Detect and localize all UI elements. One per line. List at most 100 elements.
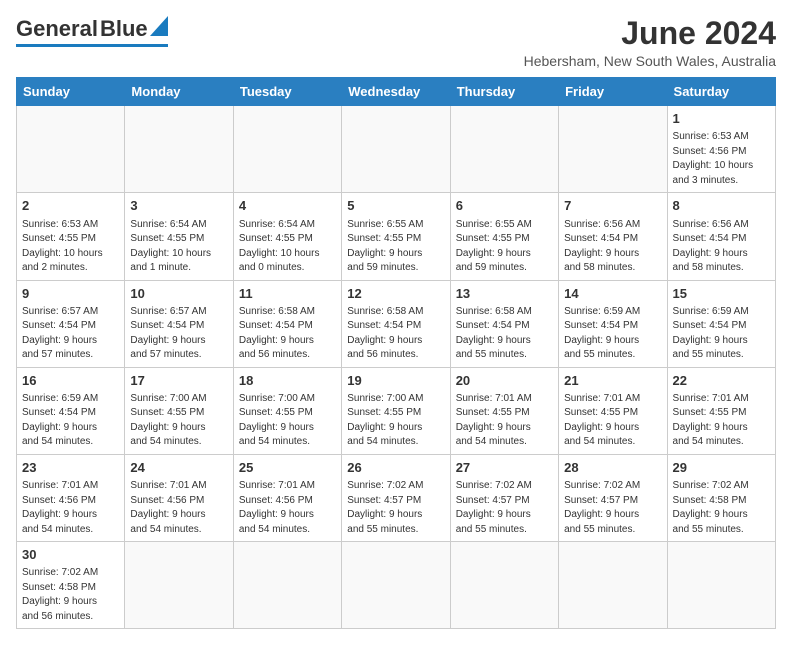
day-info: Sunrise: 7:02 AM Sunset: 4:57 PM Dayligh… xyxy=(564,479,661,537)
day-info: Sunrise: 7:02 AM Sunset: 4:58 PM Dayligh… xyxy=(22,566,119,624)
calendar-cell xyxy=(17,106,125,193)
calendar-week-row: 16 Sunrise: 6:59 AM Sunset: 4:54 PM Dayli… xyxy=(17,367,776,454)
calendar-cell: 15 Sunrise: 6:59 AM Sunset: 4:54 PM Dayli… xyxy=(667,280,775,367)
day-info: Sunrise: 6:58 AM Sunset: 4:54 PM Dayligh… xyxy=(239,305,336,363)
day-number: 22 xyxy=(673,372,770,390)
weekday-header-sunday: Sunday xyxy=(17,78,125,106)
logo: General Blue xyxy=(16,16,168,47)
calendar-cell: 12 Sunrise: 6:58 AM Sunset: 4:54 PM Dayli… xyxy=(342,280,450,367)
calendar-cell: 1 Sunrise: 6:53 AM Sunset: 4:56 PM Daylig… xyxy=(667,106,775,193)
weekday-header-tuesday: Tuesday xyxy=(233,78,341,106)
day-number: 15 xyxy=(673,285,770,303)
day-number: 6 xyxy=(456,197,553,215)
day-info: Sunrise: 6:54 AM Sunset: 4:55 PM Dayligh… xyxy=(239,218,336,276)
day-number: 30 xyxy=(22,546,119,564)
day-number: 20 xyxy=(456,372,553,390)
calendar-cell xyxy=(450,106,558,193)
day-number: 28 xyxy=(564,459,661,477)
weekday-header-thursday: Thursday xyxy=(450,78,558,106)
calendar-cell xyxy=(342,106,450,193)
day-info: Sunrise: 7:02 AM Sunset: 4:58 PM Dayligh… xyxy=(673,479,770,537)
day-info: Sunrise: 7:01 AM Sunset: 4:56 PM Dayligh… xyxy=(130,479,227,537)
calendar-week-row: 30 Sunrise: 7:02 AM Sunset: 4:58 PM Dayli… xyxy=(17,542,776,629)
day-number: 29 xyxy=(673,459,770,477)
calendar-cell xyxy=(667,542,775,629)
logo-triangle-icon xyxy=(150,16,168,41)
calendar-cell: 5 Sunrise: 6:55 AM Sunset: 4:55 PM Daylig… xyxy=(342,193,450,280)
calendar-cell: 30 Sunrise: 7:02 AM Sunset: 4:58 PM Dayli… xyxy=(17,542,125,629)
day-number: 16 xyxy=(22,372,119,390)
calendar-cell: 19Sunrise: 7:00 AM Sunset: 4:55 PM Dayli… xyxy=(342,367,450,454)
calendar-cell: 10Sunrise: 6:57 AM Sunset: 4:54 PM Dayli… xyxy=(125,280,233,367)
calendar-cell: 11 Sunrise: 6:58 AM Sunset: 4:54 PM Dayli… xyxy=(233,280,341,367)
calendar-cell xyxy=(125,106,233,193)
calendar-cell: 24 Sunrise: 7:01 AM Sunset: 4:56 PM Dayli… xyxy=(125,454,233,541)
calendar-cell xyxy=(559,542,667,629)
weekday-header-monday: Monday xyxy=(125,78,233,106)
day-info: Sunrise: 6:59 AM Sunset: 4:54 PM Dayligh… xyxy=(564,305,661,363)
calendar-cell: 23Sunrise: 7:01 AM Sunset: 4:56 PM Dayli… xyxy=(17,454,125,541)
day-number: 4 xyxy=(239,197,336,215)
day-info: Sunrise: 7:01 AM Sunset: 4:55 PM Dayligh… xyxy=(456,392,553,450)
calendar-week-row: 23Sunrise: 7:01 AM Sunset: 4:56 PM Dayli… xyxy=(17,454,776,541)
calendar-cell: 28 Sunrise: 7:02 AM Sunset: 4:57 PM Dayli… xyxy=(559,454,667,541)
calendar-table: SundayMondayTuesdayWednesdayThursdayFrid… xyxy=(16,77,776,629)
day-number: 17 xyxy=(130,372,227,390)
day-info: Sunrise: 7:01 AM Sunset: 4:55 PM Dayligh… xyxy=(564,392,661,450)
calendar-cell: 16 Sunrise: 6:59 AM Sunset: 4:54 PM Dayli… xyxy=(17,367,125,454)
day-number: 26 xyxy=(347,459,444,477)
calendar-cell: 13Sunrise: 6:58 AM Sunset: 4:54 PM Dayli… xyxy=(450,280,558,367)
day-info: Sunrise: 6:58 AM Sunset: 4:54 PM Dayligh… xyxy=(347,305,444,363)
calendar-cell: 27 Sunrise: 7:02 AM Sunset: 4:57 PM Dayli… xyxy=(450,454,558,541)
calendar-cell xyxy=(125,542,233,629)
day-info: Sunrise: 6:53 AM Sunset: 4:55 PM Dayligh… xyxy=(22,218,119,276)
calendar-week-row: 9Sunrise: 6:57 AM Sunset: 4:54 PM Daylig… xyxy=(17,280,776,367)
day-number: 21 xyxy=(564,372,661,390)
calendar-cell: 25 Sunrise: 7:01 AM Sunset: 4:56 PM Dayli… xyxy=(233,454,341,541)
calendar-cell: 14 Sunrise: 6:59 AM Sunset: 4:54 PM Dayli… xyxy=(559,280,667,367)
logo-general-text: General xyxy=(16,18,98,40)
day-info: Sunrise: 6:53 AM Sunset: 4:56 PM Dayligh… xyxy=(673,130,770,188)
day-number: 27 xyxy=(456,459,553,477)
location-subtitle: Hebersham, New South Wales, Australia xyxy=(524,53,776,69)
day-info: Sunrise: 7:01 AM Sunset: 4:56 PM Dayligh… xyxy=(239,479,336,537)
day-info: Sunrise: 6:59 AM Sunset: 4:54 PM Dayligh… xyxy=(22,392,119,450)
day-info: Sunrise: 6:56 AM Sunset: 4:54 PM Dayligh… xyxy=(564,218,661,276)
day-number: 18 xyxy=(239,372,336,390)
calendar-cell: 17Sunrise: 7:00 AM Sunset: 4:55 PM Dayli… xyxy=(125,367,233,454)
calendar-cell: 6 Sunrise: 6:55 AM Sunset: 4:55 PM Daylig… xyxy=(450,193,558,280)
calendar-cell: 3 Sunrise: 6:54 AM Sunset: 4:55 PM Daylig… xyxy=(125,193,233,280)
calendar-cell: 7 Sunrise: 6:56 AM Sunset: 4:54 PM Daylig… xyxy=(559,193,667,280)
month-title: June 2024 xyxy=(524,16,776,51)
day-info: Sunrise: 7:02 AM Sunset: 4:57 PM Dayligh… xyxy=(456,479,553,537)
day-number: 7 xyxy=(564,197,661,215)
day-info: Sunrise: 6:56 AM Sunset: 4:54 PM Dayligh… xyxy=(673,218,770,276)
day-number: 8 xyxy=(673,197,770,215)
day-info: Sunrise: 6:57 AM Sunset: 4:54 PM Dayligh… xyxy=(22,305,119,363)
day-number: 12 xyxy=(347,285,444,303)
calendar-cell xyxy=(450,542,558,629)
calendar-cell: 21 Sunrise: 7:01 AM Sunset: 4:55 PM Dayli… xyxy=(559,367,667,454)
day-info: Sunrise: 6:54 AM Sunset: 4:55 PM Dayligh… xyxy=(130,218,227,276)
day-info: Sunrise: 6:59 AM Sunset: 4:54 PM Dayligh… xyxy=(673,305,770,363)
day-number: 25 xyxy=(239,459,336,477)
day-number: 13 xyxy=(456,285,553,303)
day-info: Sunrise: 7:01 AM Sunset: 4:56 PM Dayligh… xyxy=(22,479,119,537)
day-info: Sunrise: 7:02 AM Sunset: 4:57 PM Dayligh… xyxy=(347,479,444,537)
day-number: 24 xyxy=(130,459,227,477)
day-number: 14 xyxy=(564,285,661,303)
title-area: June 2024 Hebersham, New South Wales, Au… xyxy=(524,16,776,69)
day-info: Sunrise: 6:55 AM Sunset: 4:55 PM Dayligh… xyxy=(456,218,553,276)
day-number: 11 xyxy=(239,285,336,303)
day-info: Sunrise: 6:55 AM Sunset: 4:55 PM Dayligh… xyxy=(347,218,444,276)
day-number: 1 xyxy=(673,110,770,128)
logo-blue-text: Blue xyxy=(100,18,148,40)
calendar-cell: 20 Sunrise: 7:01 AM Sunset: 4:55 PM Dayli… xyxy=(450,367,558,454)
day-number: 3 xyxy=(130,197,227,215)
calendar-cell: 2Sunrise: 6:53 AM Sunset: 4:55 PM Daylig… xyxy=(17,193,125,280)
calendar-cell: 9Sunrise: 6:57 AM Sunset: 4:54 PM Daylig… xyxy=(17,280,125,367)
day-number: 5 xyxy=(347,197,444,215)
day-info: Sunrise: 6:57 AM Sunset: 4:54 PM Dayligh… xyxy=(130,305,227,363)
calendar-cell xyxy=(342,542,450,629)
logo-underline xyxy=(16,44,168,47)
